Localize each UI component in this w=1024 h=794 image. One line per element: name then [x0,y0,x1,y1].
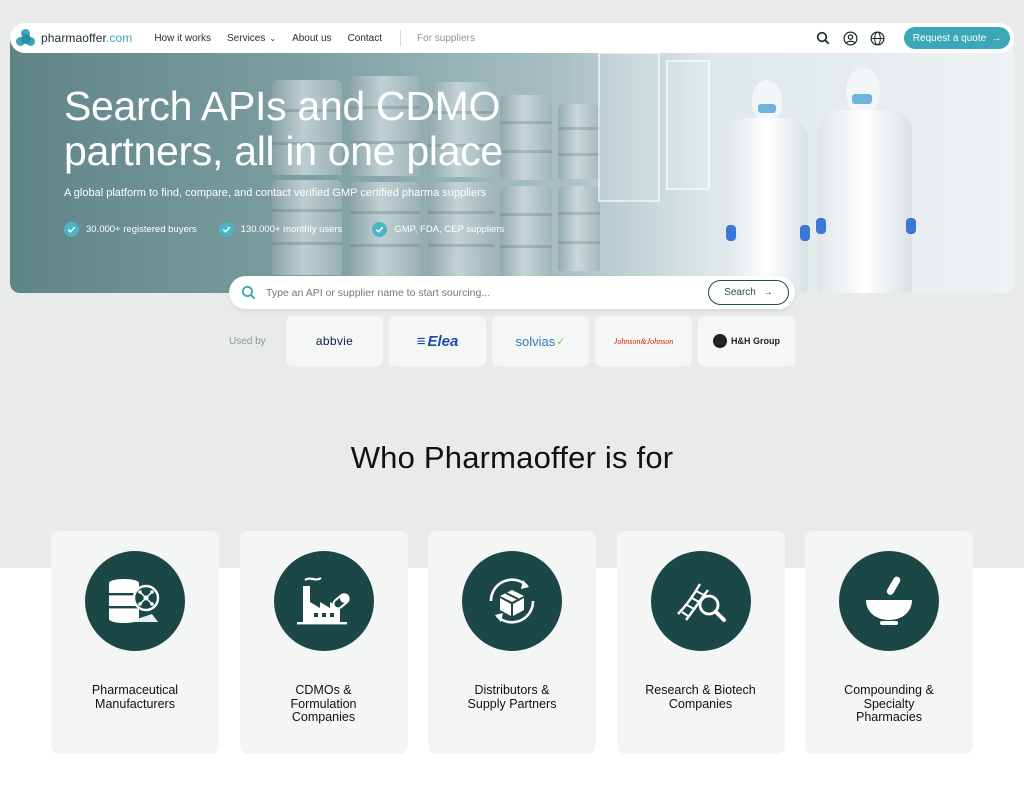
request-quote-button[interactable]: Request a quote → [904,27,1010,49]
audience-card-cdmos[interactable]: CDMOs & Formulation Companies [239,531,408,754]
box-cycle-icon [462,551,562,651]
stat-item: 130.000+ monthly users [218,222,343,237]
hero-subtitle: A global platform to find, compare, and … [64,187,487,199]
arrow-right-icon: → [762,287,773,298]
supplier-search-bar: Search → [229,276,795,309]
client-logo-solvias: solvias ✓ [492,316,589,366]
audience-card-pharmaceutical-manufacturers[interactable]: Pharmaceutical Manufacturers [51,531,219,754]
search-input[interactable] [266,286,686,299]
hero-banner: Search APIs and CDMO partners, all in on… [10,40,1014,293]
navbar: pharmaoffer.com How it works Services ⌄ A… [10,23,1014,53]
audience-card-label: Distributors & Supply Partners [467,683,557,711]
audience-card-label: Research & Biotech Companies [645,683,756,711]
logo-text: pharmaoffer.com [41,31,133,45]
nav-link-services-label: Services [227,32,266,44]
site-logo[interactable]: pharmaoffer.com [16,28,132,48]
client-logo-abbvie: abbvie [286,316,383,366]
hero-stats: 30.000+ registered buyers 130.000+ month… [64,222,526,237]
check-icon [372,222,388,237]
audience-cards: Pharmaceutical Manufacturers CDMOs & For… [51,531,994,754]
audience-card-compounding-pharmacies[interactable]: Compounding & Specialty Pharmacies [805,531,973,754]
section-title: Who Pharmaoffer is for [350,440,674,475]
nav-divider [400,30,402,46]
barrel-molecule-icon [85,551,185,651]
used-by-label: Used by [229,336,266,347]
search-icon[interactable] [814,29,832,47]
audience-card-label: Pharmaceutical Manufacturers [91,683,179,711]
globe-icon[interactable] [868,29,886,47]
audience-card-label: Compounding & Specialty Pharmacies [844,683,934,724]
cleanroom-window [598,52,660,202]
factory-icon [273,551,374,651]
search-button[interactable]: Search → [708,280,789,305]
user-account-icon[interactable] [841,29,859,47]
stat-label: GMP, FDA, CEP suppliers [394,224,505,235]
client-logo-elea: ≡ Elea [389,316,486,366]
dna-magnifier-icon [650,551,751,651]
nav-links: How it works Services ⌄ About us Contact … [154,30,491,46]
nav-link-services[interactable]: Services ⌄ [227,33,276,44]
barrel-image [558,104,600,179]
hero-title: Search APIs and CDMO partners, all in on… [64,83,503,174]
swoosh-icon: ✓ [556,335,566,348]
stat-label: 130.000+ monthly users [240,224,343,235]
audience-card-label: CDMOs & Formulation Companies [290,683,357,724]
mortar-pestle-icon [839,551,939,651]
nav-link-contact[interactable]: Contact [348,33,382,44]
search-icon [241,285,257,301]
elea-logo-icon: ≡ [416,332,426,350]
nav-icons [805,29,886,47]
client-logo-johnson-johnson: Johnson&Johnson [595,316,692,366]
nav-link-about-us[interactable]: About us [292,33,331,44]
search-button-label: Search [724,287,756,298]
logo-icon [16,28,36,48]
check-icon [218,222,234,237]
stat-item: GMP, FDA, CEP suppliers [372,222,504,237]
cleanroom-window [666,60,710,190]
stat-item: 30.000+ registered buyers [64,222,197,237]
check-icon [64,222,79,237]
client-logo-hh-group: H&H Group [698,316,795,366]
hh-logo-icon [713,334,727,348]
barrel-image [558,186,600,271]
audience-card-distributors[interactable]: Distributors & Supply Partners [428,531,596,754]
stat-label: 30.000+ registered buyers [86,224,197,235]
chevron-down-icon: ⌄ [269,33,277,43]
audience-card-research-biotech[interactable]: Research & Biotech Companies [616,531,785,754]
client-logos: abbvie ≡ Elea solvias ✓ Johnson&Johnson … [286,316,801,366]
request-quote-label: Request a quote [912,32,987,44]
nav-link-for-suppliers[interactable]: For suppliers [417,33,475,44]
arrow-right-icon: → [991,32,1002,44]
nav-link-how-it-works[interactable]: How it works [154,33,211,44]
